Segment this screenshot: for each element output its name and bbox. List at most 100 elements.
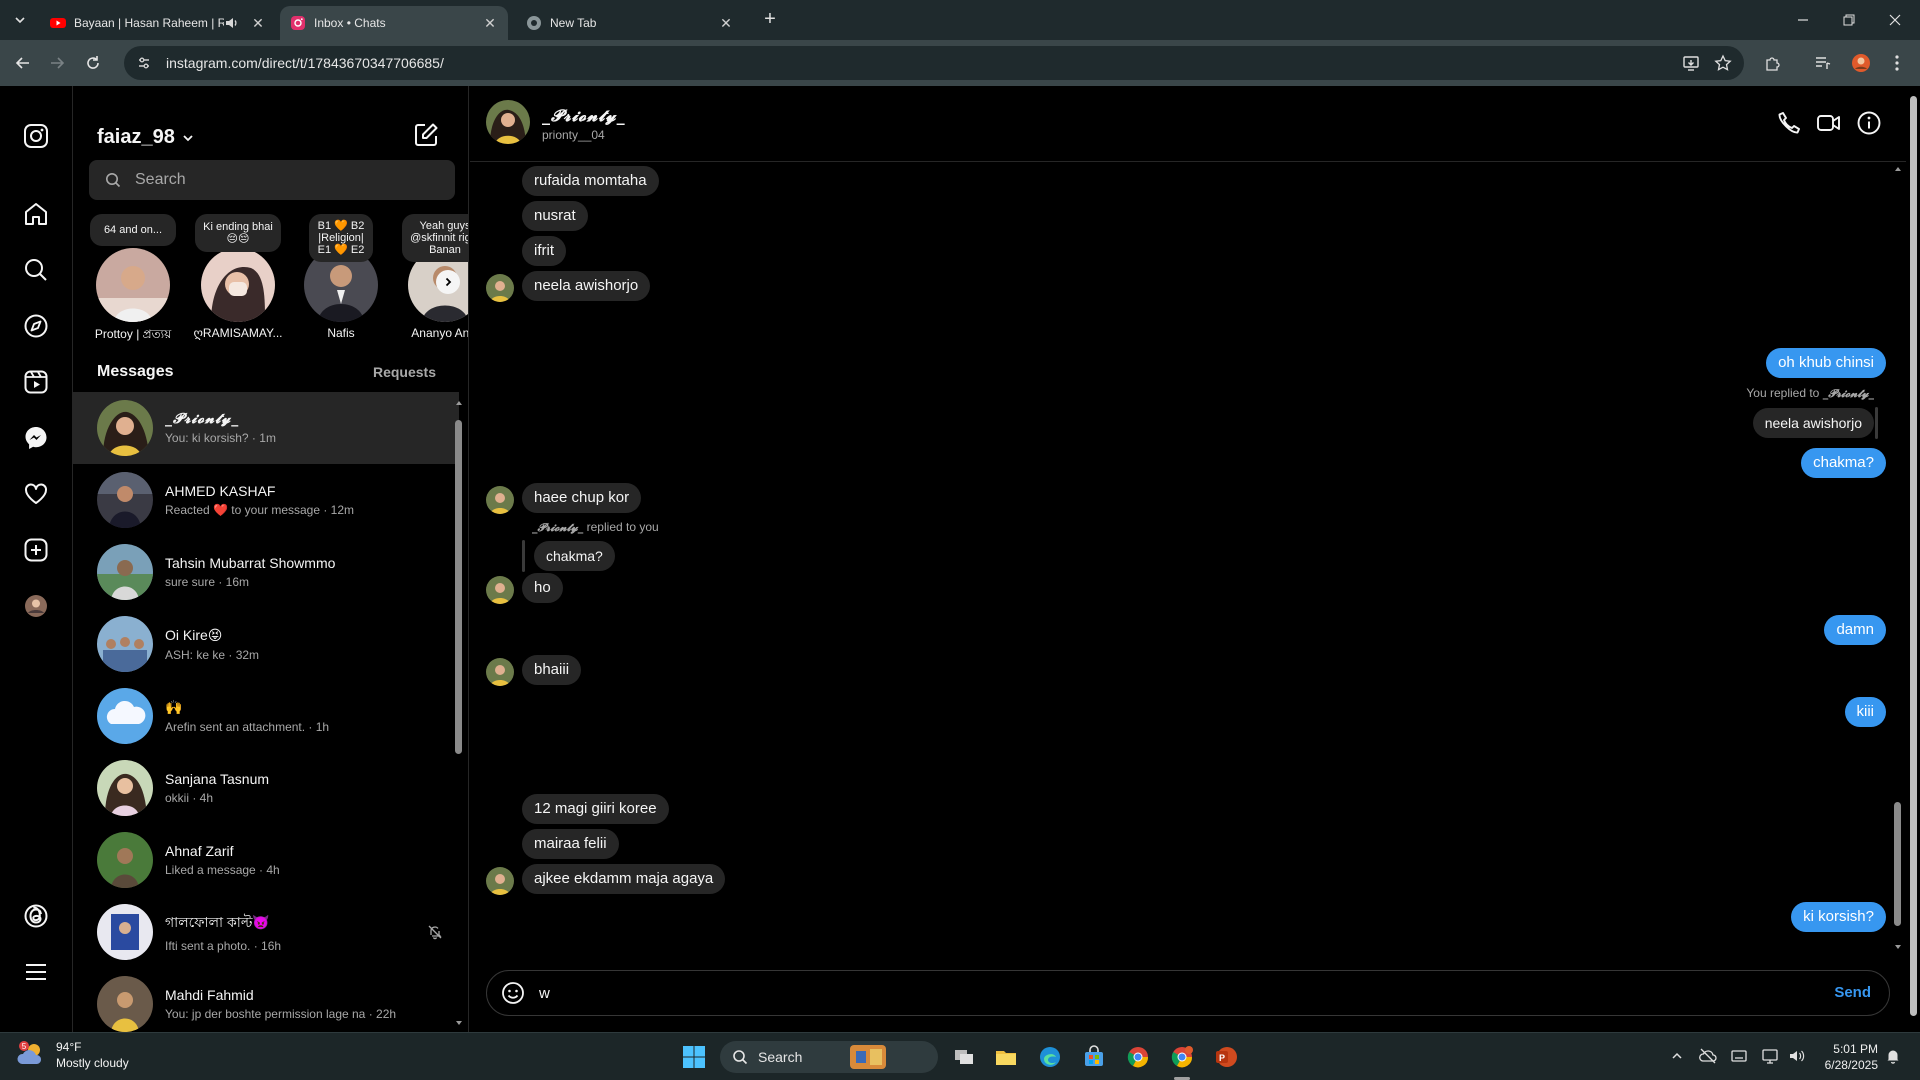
minimize-button[interactable]	[1780, 0, 1826, 40]
thread-item[interactable]: গালফোলা কাল্ট👿 Ifti sent a photo. · 16h	[73, 896, 459, 968]
chrome-button[interactable]	[1124, 1043, 1152, 1071]
tab-search-button[interactable]	[8, 8, 32, 32]
restore-button[interactable]	[1826, 0, 1872, 40]
message-bubble[interactable]: haee chup kor	[522, 483, 642, 513]
scrollbar-thumb[interactable]	[1910, 96, 1917, 1016]
store-button[interactable]	[1080, 1043, 1108, 1071]
notes-next-button[interactable]	[436, 270, 460, 294]
show-hidden-icons-button[interactable]	[1666, 1045, 1688, 1067]
file-explorer-button[interactable]	[992, 1043, 1020, 1071]
extensions-button[interactable]	[1762, 52, 1784, 74]
quoted-message[interactable]: neela awishorjo	[1752, 408, 1874, 438]
message-bubble[interactable]: damn	[1824, 615, 1886, 645]
nav-more[interactable]	[22, 958, 50, 986]
nav-home[interactable]	[22, 200, 50, 228]
message-bubble[interactable]: ki korsish?	[1791, 902, 1886, 932]
instagram-logo[interactable]	[22, 122, 50, 150]
taskbar-search[interactable]: Search	[720, 1041, 938, 1073]
message-bubble[interactable]: ifrit	[522, 236, 566, 266]
chat-scrollbar[interactable]	[1890, 162, 1904, 952]
speaker-icon[interactable]	[224, 15, 240, 31]
tab-instagram[interactable]: Inbox • Chats ✕	[280, 6, 508, 40]
nav-threads[interactable]	[22, 902, 50, 930]
message-bubble[interactable]: mairaa felii	[522, 829, 619, 859]
chat-contact-name[interactable]: _𝓟𝓻𝓲𝓸𝓷𝓽𝔂_	[542, 106, 626, 126]
page-scrollbar[interactable]	[1906, 86, 1920, 1032]
media-control-button[interactable]	[1812, 52, 1834, 74]
close-tab-icon[interactable]: ✕	[482, 15, 498, 31]
nav-search[interactable]	[22, 256, 50, 284]
note-item[interactable]: B1 🧡 B2 |Religion| E1 🧡 E2 Nafis	[291, 214, 391, 344]
message-bubble[interactable]: 12 magi giiri koree	[522, 794, 669, 824]
message-bubble[interactable]: bhaiii	[522, 655, 582, 685]
nav-reels[interactable]	[22, 368, 50, 396]
forward-button[interactable]	[46, 52, 68, 74]
close-tab-icon[interactable]: ✕	[718, 15, 734, 31]
thread-item[interactable]: Ahnaf Zarif Liked a message · 4h	[73, 824, 459, 896]
message-bubble[interactable]: oh khub chinsi	[1766, 348, 1886, 378]
address-bar[interactable]: instagram.com/direct/t/17843670347706685…	[124, 46, 1744, 80]
chat-avatar[interactable]	[486, 100, 530, 144]
start-button[interactable]	[680, 1043, 708, 1071]
install-app-button[interactable]	[1680, 52, 1702, 74]
conversation-info-button[interactable]	[1856, 110, 1882, 136]
close-window-button[interactable]	[1872, 0, 1918, 40]
close-tab-icon[interactable]: ✕	[250, 15, 266, 31]
profile-button[interactable]	[1850, 52, 1872, 74]
edge-button[interactable]	[1036, 1043, 1064, 1071]
tab-youtube[interactable]: Bayaan | Hasan Raheem | Ro ✕	[40, 6, 276, 40]
message-bubble[interactable]: ajkee ekdamm maja agaya	[522, 864, 726, 894]
nav-profile[interactable]	[22, 592, 50, 620]
input-indicator-button[interactable]	[1728, 1045, 1750, 1067]
thread-item[interactable]: Mahdi Fahmid You: jp der boshte permissi…	[73, 968, 459, 1032]
thread-item[interactable]: Tahsin Mubarrat Showmmo sure sure · 16m	[73, 536, 459, 608]
emoji-icon[interactable]	[501, 981, 525, 1005]
note-item[interactable]: Ki ending bhai 😔😔 ღRAMISAMAY...	[188, 214, 288, 344]
nav-create[interactable]	[22, 536, 50, 564]
tab-new-tab[interactable]: New Tab ✕	[516, 6, 744, 40]
search-input[interactable]	[135, 171, 435, 189]
scrollbar-thumb[interactable]	[1894, 802, 1901, 926]
back-button[interactable]	[12, 52, 34, 74]
account-switcher[interactable]: faiaz_98	[97, 126, 195, 149]
new-message-button[interactable]	[413, 122, 439, 148]
note-item[interactable]: 64 and on... Prottoy | প্রত্যয়	[83, 214, 183, 344]
nav-notifications[interactable]	[22, 480, 50, 508]
quoted-message[interactable]: chakma?	[534, 541, 615, 571]
network-button[interactable]	[1759, 1045, 1781, 1067]
weather-widget[interactable]: 5 94°F Mostly cloudy	[16, 1039, 129, 1071]
thread-item[interactable]: Oi Kire😝 ASH: ke ke · 32m	[73, 608, 459, 680]
requests-link[interactable]: Requests	[373, 364, 436, 380]
scrollbar-thumb[interactable]	[455, 420, 462, 754]
nav-explore[interactable]	[22, 312, 50, 340]
nav-messages[interactable]	[22, 424, 50, 452]
message-bubble[interactable]: rufaida momtaha	[522, 166, 659, 196]
system-clock[interactable]: 5:01 PM 6/28/2025	[1818, 1041, 1878, 1073]
message-bubble[interactable]: nusrat	[522, 201, 588, 231]
thread-item[interactable]: Sanjana Tasnum okkii · 4h	[73, 752, 459, 824]
new-tab-button[interactable]: +	[760, 9, 780, 30]
send-button[interactable]: Send	[1834, 984, 1871, 1001]
task-view-button[interactable]	[950, 1043, 978, 1071]
inbox-search[interactable]	[89, 160, 455, 200]
site-info-icon[interactable]	[136, 55, 152, 71]
onedrive-button[interactable]	[1697, 1045, 1719, 1067]
message-bubble[interactable]: chakma?	[1801, 448, 1886, 478]
chrome-profile-button[interactable]	[1168, 1043, 1196, 1071]
browser-menu-button[interactable]	[1886, 52, 1908, 74]
notifications-button[interactable]	[1882, 1045, 1904, 1067]
thread-item[interactable]: 🙌 Arefin sent an attachment. · 1h	[73, 680, 459, 752]
thread-item[interactable]: AHMED KASHAF Reacted ❤️ to your message …	[73, 464, 459, 536]
powerpoint-button[interactable]: P	[1212, 1043, 1240, 1071]
audio-call-button[interactable]	[1776, 110, 1802, 136]
reload-button[interactable]	[82, 52, 104, 74]
thread-list-scrollbar[interactable]	[453, 398, 463, 1028]
bookmark-button[interactable]	[1712, 52, 1734, 74]
video-call-button[interactable]	[1816, 110, 1842, 136]
message-input[interactable]	[539, 984, 1739, 1002]
message-bubble[interactable]: neela awishorjo	[522, 271, 651, 301]
message-bubble[interactable]: ho	[522, 573, 563, 603]
message-bubble[interactable]: kiii	[1844, 697, 1886, 727]
thread-item[interactable]: _𝓟𝓻𝓲𝓸𝓷𝓽𝔂_ You: ki korsish? · 1m	[73, 392, 459, 464]
volume-button[interactable]	[1786, 1045, 1808, 1067]
